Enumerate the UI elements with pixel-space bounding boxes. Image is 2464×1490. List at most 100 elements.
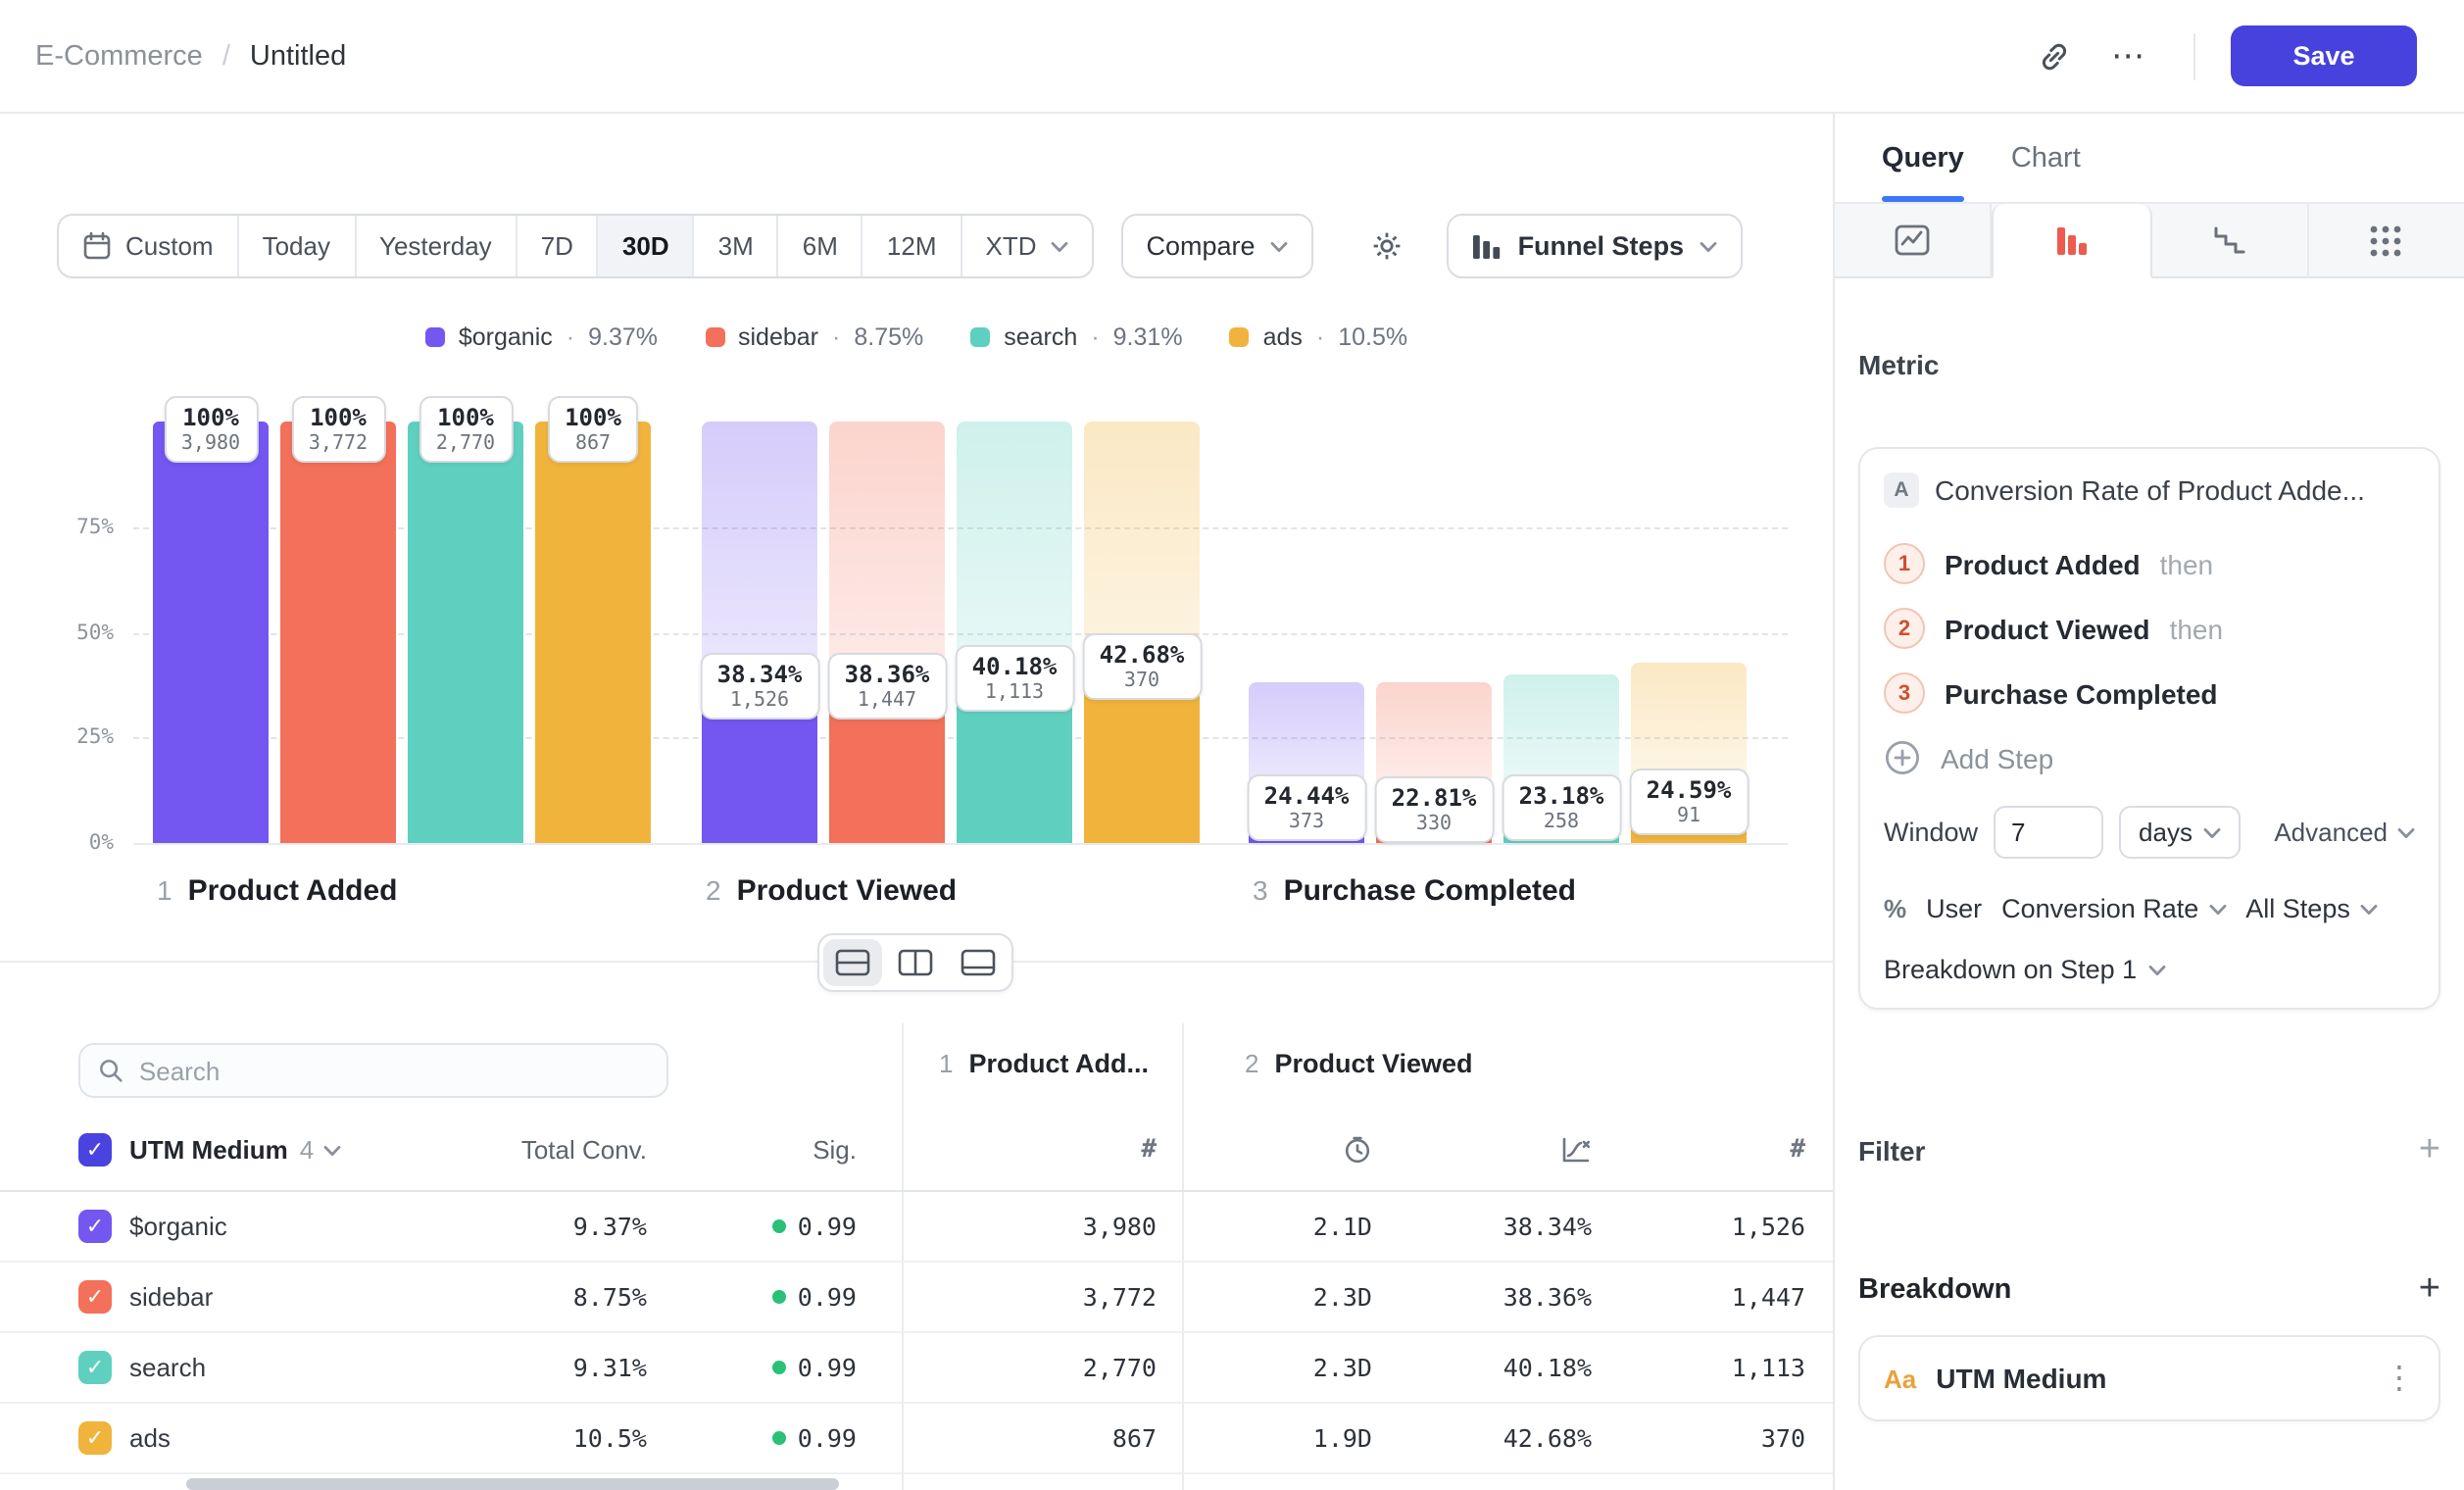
- tab-more-charts[interactable]: [2309, 204, 2464, 278]
- y-axis-tick: 50%: [31, 621, 114, 644]
- gridline: [133, 843, 1788, 845]
- bar-pct-label: 40.18%: [972, 652, 1058, 679]
- sig-cell: 0.99: [772, 1333, 857, 1402]
- funnel-bar-ads-step1[interactable]: [535, 422, 651, 843]
- chevron-down-icon: [2208, 903, 2226, 915]
- conversion-rate-select[interactable]: Conversion Rate: [2001, 894, 2226, 923]
- step2-conv-value: 40.18%: [1503, 1333, 1592, 1402]
- search-input[interactable]: [139, 1056, 649, 1085]
- y-axis-tick: 25%: [31, 726, 114, 750]
- breadcrumb-project[interactable]: E-Commerce: [35, 40, 203, 72]
- step-suffix: then: [2170, 613, 2224, 644]
- table-group-step2[interactable]: 2 Product Viewed: [1245, 1049, 1473, 1088]
- bar-value-label: 38.34%1,526: [700, 652, 820, 719]
- split-vertical-icon: [898, 949, 933, 976]
- column-step2-count[interactable]: #: [1790, 1110, 1805, 1190]
- column-avg-time[interactable]: [1343, 1110, 1372, 1190]
- breakdown-step-select[interactable]: Breakdown on Step 1: [1884, 955, 2415, 984]
- tab-chart[interactable]: Chart: [2011, 114, 2081, 202]
- chart-type-tabs: [1835, 202, 2464, 278]
- avg-time-icon: [1343, 1135, 1372, 1165]
- group-step-number: 2: [1245, 1049, 1258, 1078]
- column-utm-medium[interactable]: UTM Medium 4: [129, 1110, 341, 1190]
- breakdown-section-header: Breakdown +: [1858, 1270, 2440, 1308]
- column-sig[interactable]: Sig.: [813, 1110, 857, 1190]
- filter-heading: Filter: [1858, 1134, 1925, 1166]
- advanced-toggle[interactable]: Advanced: [2274, 818, 2415, 847]
- funnel-bar-organic-step1[interactable]: [153, 422, 269, 843]
- layout-split-horizontal-button[interactable]: [823, 939, 882, 986]
- active-tab-underline: [1882, 196, 1964, 202]
- select-all-checkbox[interactable]: ✓: [78, 1133, 112, 1167]
- bar-value-label: 38.36%1,447: [827, 652, 948, 719]
- table-row-ads[interactable]: ✓ads10.5%0.998671.9D42.68%370: [0, 1404, 1833, 1474]
- step2-conv-value: 38.34%: [1503, 1192, 1592, 1261]
- table-group-step1[interactable]: 1 Product Add...: [939, 1049, 1149, 1088]
- measure-row: % User Conversion Rate All Steps: [1884, 894, 2415, 923]
- tab-retention[interactable]: [2151, 204, 2309, 278]
- metric-card: A Conversion Rate of Product Adde... 1Pr…: [1858, 447, 2440, 1010]
- horizontal-scrollbar[interactable]: [186, 1478, 839, 1490]
- row-checkbox[interactable]: ✓: [78, 1351, 112, 1384]
- bar-pct-label: 100%: [181, 404, 240, 431]
- step1-count: 3,980: [1083, 1192, 1157, 1261]
- metric-steps: 1Product Addedthen2Product Viewedthen3Pu…: [1884, 531, 2415, 725]
- metric-step-2[interactable]: 2Product Viewedthen: [1884, 596, 2415, 661]
- query-sidebar: Query Chart Metric: [1833, 114, 2464, 1490]
- row-checkbox[interactable]: ✓: [78, 1280, 112, 1314]
- window-label: Window: [1884, 818, 1978, 847]
- breakdown-heading: Breakdown: [1858, 1273, 2011, 1305]
- save-button[interactable]: Save: [2231, 25, 2417, 86]
- add-filter-button[interactable]: +: [2419, 1131, 2440, 1168]
- breadcrumb-separator: /: [222, 40, 230, 72]
- bar-value-label: 100%867: [547, 396, 639, 463]
- window-unit-select[interactable]: days: [2119, 806, 2242, 859]
- share-link-button[interactable]: [2025, 26, 2084, 85]
- add-breakdown-button[interactable]: +: [2419, 1270, 2440, 1308]
- chevron-down-icon: [2148, 964, 2166, 975]
- breadcrumb-current[interactable]: Untitled: [250, 40, 346, 72]
- add-step-button[interactable]: Add Step: [1884, 725, 2415, 790]
- sig-cell: 0.99: [772, 1404, 857, 1472]
- tab-segmentation[interactable]: [1835, 204, 1993, 278]
- line-chart-icon: [1894, 222, 1931, 259]
- percent-icon[interactable]: %: [1884, 894, 1906, 923]
- group-step-number: 1: [939, 1049, 953, 1078]
- bar-pct-label: 24.59%: [1647, 777, 1732, 805]
- x-axis-step-1: 1Product Added: [157, 874, 398, 908]
- column-step1-count[interactable]: #: [1141, 1110, 1157, 1190]
- bar-count-label: 3,980: [181, 433, 240, 455]
- table-row-organic[interactable]: ✓$organic9.37%0.993,9802.1D38.34%1,526: [0, 1192, 1833, 1263]
- breakdown-item[interactable]: Aa UTM Medium ⋮: [1858, 1335, 2440, 1421]
- row-checkbox[interactable]: ✓: [78, 1210, 112, 1243]
- table-row-sidebar[interactable]: ✓sidebar8.75%0.993,7722.3D38.36%1,447: [0, 1263, 1833, 1333]
- more-menu-button[interactable]: ⋯: [2099, 26, 2158, 85]
- metric-title[interactable]: Conversion Rate of Product Adde...: [1935, 474, 2365, 506]
- column-step2-conv[interactable]: [1560, 1110, 1592, 1190]
- window-value-input[interactable]: [1994, 806, 2103, 859]
- step2-count: 1,526: [1732, 1192, 1805, 1261]
- bar-count-label: 1,447: [845, 689, 930, 711]
- funnel-bar-sidebar-step1[interactable]: [280, 422, 396, 843]
- all-steps-select[interactable]: All Steps: [2245, 894, 2378, 923]
- sig-dot-icon: [772, 1431, 786, 1445]
- breakdown-step-label: Breakdown on Step 1: [1884, 955, 2137, 984]
- step-event-name: Purchase Completed: [1945, 677, 2218, 709]
- metric-step-1[interactable]: 1Product Addedthen: [1884, 531, 2415, 596]
- filter-section-header: Filter +: [1858, 1131, 2440, 1168]
- sig-dot-icon: [772, 1219, 786, 1233]
- kebab-menu-icon[interactable]: ⋮: [2384, 1359, 2415, 1398]
- measure-user[interactable]: User: [1926, 894, 1982, 923]
- sig-value: 0.99: [798, 1212, 857, 1241]
- funnel-bar-search-step1[interactable]: [408, 422, 523, 843]
- column-total-conv[interactable]: Total Conv.: [521, 1110, 647, 1190]
- total-conv-value: 9.31%: [573, 1333, 647, 1402]
- layout-split-vertical-button[interactable]: [886, 939, 945, 986]
- topbar: E-Commerce / Untitled ⋯ Save: [0, 0, 2464, 114]
- layout-chart-only-button[interactable]: [949, 939, 1008, 986]
- metric-step-3[interactable]: 3Purchase Completed: [1884, 661, 2415, 725]
- tab-funnel[interactable]: [1993, 204, 2152, 278]
- tab-query[interactable]: Query: [1882, 114, 1964, 202]
- table-row-search[interactable]: ✓search9.31%0.992,7702.3D40.18%1,113: [0, 1333, 1833, 1404]
- row-checkbox[interactable]: ✓: [78, 1421, 112, 1455]
